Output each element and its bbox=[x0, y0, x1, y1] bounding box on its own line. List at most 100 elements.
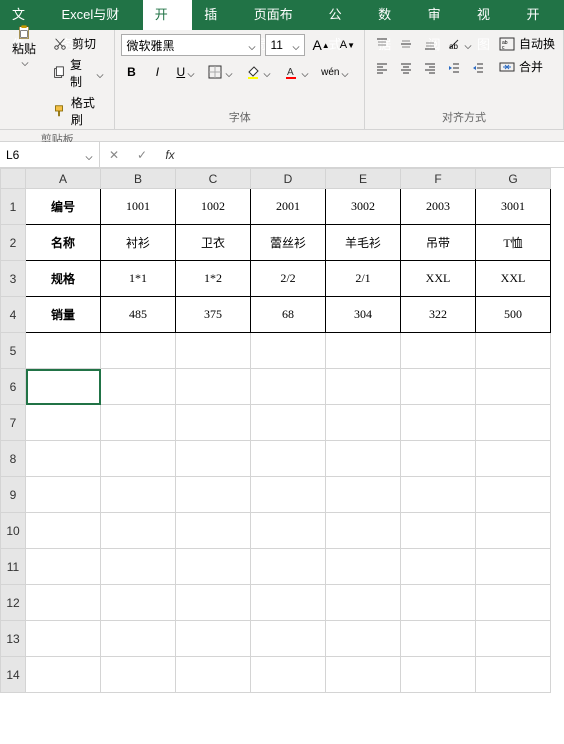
cell-B10[interactable] bbox=[101, 513, 176, 549]
cell-A14[interactable] bbox=[26, 657, 101, 693]
tab-formulas[interactable]: 公式 bbox=[317, 0, 366, 30]
cell-G8[interactable] bbox=[476, 441, 551, 477]
cell-A2[interactable]: 名称 bbox=[26, 225, 101, 261]
cell-D1[interactable]: 2001 bbox=[251, 189, 326, 225]
column-header-E[interactable]: E bbox=[326, 169, 401, 189]
row-header-4[interactable]: 4 bbox=[1, 297, 26, 333]
paste-button[interactable]: 粘贴 bbox=[6, 34, 42, 54]
row-header-3[interactable]: 3 bbox=[1, 261, 26, 297]
cell-F12[interactable] bbox=[401, 585, 476, 621]
cell-G4[interactable]: 500 bbox=[476, 297, 551, 333]
cell-D2[interactable]: 蕾丝衫 bbox=[251, 225, 326, 261]
phonetic-button[interactable]: wén bbox=[318, 62, 352, 82]
cell-C5[interactable] bbox=[176, 333, 251, 369]
cell-D7[interactable] bbox=[251, 405, 326, 441]
cell-F13[interactable] bbox=[401, 621, 476, 657]
decrease-indent-button[interactable] bbox=[443, 58, 465, 78]
column-header-C[interactable]: C bbox=[176, 169, 251, 189]
cell-B4[interactable]: 485 bbox=[101, 297, 176, 333]
accept-formula-button[interactable]: ✓ bbox=[128, 148, 156, 162]
copy-button[interactable]: 复制 bbox=[48, 55, 108, 91]
row-header-7[interactable]: 7 bbox=[1, 405, 26, 441]
tab-developer[interactable]: 开发 bbox=[515, 0, 564, 30]
name-box[interactable]: L6 bbox=[0, 142, 100, 167]
cell-E1[interactable]: 3002 bbox=[326, 189, 401, 225]
cell-F14[interactable] bbox=[401, 657, 476, 693]
cell-C12[interactable] bbox=[176, 585, 251, 621]
cell-E12[interactable] bbox=[326, 585, 401, 621]
increase-indent-button[interactable] bbox=[467, 58, 489, 78]
align-right-button[interactable] bbox=[419, 58, 441, 78]
row-header-2[interactable]: 2 bbox=[1, 225, 26, 261]
cell-E10[interactable] bbox=[326, 513, 401, 549]
cell-D3[interactable]: 2/2 bbox=[251, 261, 326, 297]
cell-D13[interactable] bbox=[251, 621, 326, 657]
cell-C13[interactable] bbox=[176, 621, 251, 657]
cell-A11[interactable] bbox=[26, 549, 101, 585]
row-header-12[interactable]: 12 bbox=[1, 585, 26, 621]
cell-B11[interactable] bbox=[101, 549, 176, 585]
row-header-6[interactable]: 6 bbox=[1, 369, 26, 405]
cell-G10[interactable] bbox=[476, 513, 551, 549]
cell-C2[interactable]: 卫衣 bbox=[176, 225, 251, 261]
align-middle-button[interactable] bbox=[395, 34, 417, 54]
cell-B5[interactable] bbox=[101, 333, 176, 369]
cell-E8[interactable] bbox=[326, 441, 401, 477]
cell-F1[interactable]: 2003 bbox=[401, 189, 476, 225]
cell-G11[interactable] bbox=[476, 549, 551, 585]
cell-E7[interactable] bbox=[326, 405, 401, 441]
cell-F10[interactable] bbox=[401, 513, 476, 549]
tab-data[interactable]: 数据 bbox=[366, 0, 415, 30]
cell-E6[interactable] bbox=[326, 369, 401, 405]
tab-view[interactable]: 视图 bbox=[465, 0, 514, 30]
cell-A1[interactable]: 编号 bbox=[26, 189, 101, 225]
align-center-button[interactable] bbox=[395, 58, 417, 78]
cell-G9[interactable] bbox=[476, 477, 551, 513]
cut-button[interactable]: 剪切 bbox=[48, 34, 108, 53]
cell-F6[interactable] bbox=[401, 369, 476, 405]
cell-C9[interactable] bbox=[176, 477, 251, 513]
cell-D9[interactable] bbox=[251, 477, 326, 513]
cell-G1[interactable]: 3001 bbox=[476, 189, 551, 225]
cell-F7[interactable] bbox=[401, 405, 476, 441]
cell-A5[interactable] bbox=[26, 333, 101, 369]
increase-font-button[interactable]: A▲ bbox=[309, 35, 332, 55]
column-header-B[interactable]: B bbox=[101, 169, 176, 189]
cell-C14[interactable] bbox=[176, 657, 251, 693]
insert-function-button[interactable]: fx bbox=[156, 148, 184, 162]
cell-F3[interactable]: XXL bbox=[401, 261, 476, 297]
cell-C4[interactable]: 375 bbox=[176, 297, 251, 333]
cell-F8[interactable] bbox=[401, 441, 476, 477]
cell-C6[interactable] bbox=[176, 369, 251, 405]
tab-review[interactable]: 审阅 bbox=[416, 0, 465, 30]
cell-F5[interactable] bbox=[401, 333, 476, 369]
cell-F2[interactable]: 吊带 bbox=[401, 225, 476, 261]
font-size-select[interactable]: 11 bbox=[265, 34, 305, 56]
cell-A4[interactable]: 销量 bbox=[26, 297, 101, 333]
cell-G13[interactable] bbox=[476, 621, 551, 657]
cell-E13[interactable] bbox=[326, 621, 401, 657]
cell-D4[interactable]: 68 bbox=[251, 297, 326, 333]
cell-B13[interactable] bbox=[101, 621, 176, 657]
cell-B8[interactable] bbox=[101, 441, 176, 477]
cell-D8[interactable] bbox=[251, 441, 326, 477]
cell-A9[interactable] bbox=[26, 477, 101, 513]
align-left-button[interactable] bbox=[371, 58, 393, 78]
cell-C11[interactable] bbox=[176, 549, 251, 585]
row-header-8[interactable]: 8 bbox=[1, 441, 26, 477]
cell-A10[interactable] bbox=[26, 513, 101, 549]
row-header-5[interactable]: 5 bbox=[1, 333, 26, 369]
cell-A12[interactable] bbox=[26, 585, 101, 621]
cell-G2[interactable]: T恤 bbox=[476, 225, 551, 261]
row-header-9[interactable]: 9 bbox=[1, 477, 26, 513]
cell-B1[interactable]: 1001 bbox=[101, 189, 176, 225]
decrease-font-button[interactable]: A▼ bbox=[337, 35, 358, 55]
row-header-14[interactable]: 14 bbox=[1, 657, 26, 693]
font-color-button[interactable]: A bbox=[280, 62, 312, 82]
borders-button[interactable] bbox=[204, 62, 236, 82]
cell-D10[interactable] bbox=[251, 513, 326, 549]
tab-excel-finance[interactable]: Excel与财务 bbox=[49, 0, 142, 30]
select-all-corner[interactable] bbox=[1, 169, 26, 189]
cell-C1[interactable]: 1002 bbox=[176, 189, 251, 225]
cell-B9[interactable] bbox=[101, 477, 176, 513]
